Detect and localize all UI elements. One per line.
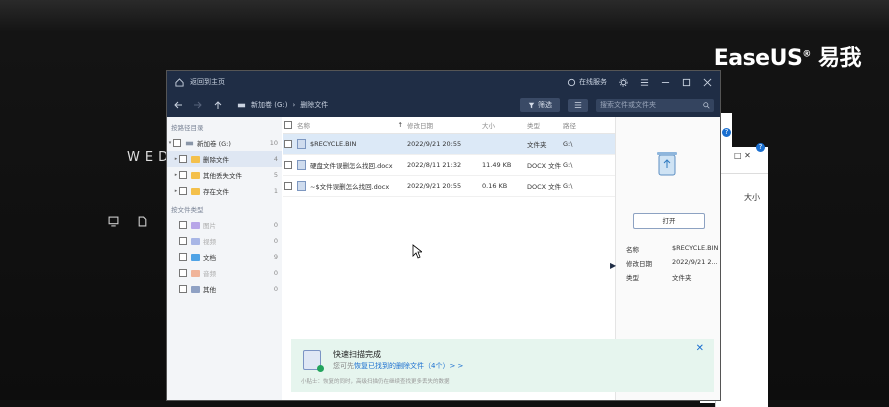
detail-row: 名称 $RECYCLE.BIN (626, 244, 719, 254)
banner-tip: 小贴士：恢复的同时，高级扫描仍在继续查找更多丢失的数据 (301, 379, 450, 385)
sidebar-item-deleted-files[interactable]: ▸ 删除文件 4 (167, 151, 282, 167)
checkbox[interactable] (179, 253, 187, 261)
sidebar-item-videos[interactable]: 视频 0 (167, 233, 282, 249)
table-row[interactable]: $RECYCLE.BIN 2022/9/21 20:55 文件夹 G:\ (283, 134, 615, 155)
column-type[interactable]: 类型 (527, 120, 563, 130)
detail-row: 类型 文件夹 (626, 274, 692, 282)
open-button[interactable]: 打开 (633, 213, 705, 229)
image-icon (191, 221, 200, 229)
docx-file-icon (297, 160, 306, 170)
online-service-button[interactable]: 在线服务 (567, 77, 607, 87)
brand-logo: EaseUS® 易我 (713, 46, 862, 71)
sidebar-item-documents[interactable]: 文档 9 (167, 249, 282, 265)
banner-title: 快速扫描完成 (333, 350, 381, 359)
sort-arrow-icon: ↑ (397, 121, 403, 129)
table-row[interactable]: 硬盘文件误删怎么找回.docx 2022/8/11 21:32 11.49 KB… (283, 155, 615, 176)
recycle-bin-icon (297, 139, 306, 149)
monitor-icon (108, 216, 119, 227)
size-column-label: 大小 (744, 193, 760, 202)
view-menu-button[interactable] (568, 98, 588, 112)
sidebar-item-existing-files[interactable]: ▸ 存在文件 1 (167, 183, 282, 199)
checkbox[interactable] (284, 182, 292, 190)
help-icon[interactable]: ? (722, 128, 731, 137)
document-icon (191, 253, 200, 261)
breadcrumb-folder[interactable]: 删除文件 (300, 100, 328, 110)
scan-complete-banner: 快速扫描完成 您可先恢复已找到的删除文件（4个）> > 小贴士：恢复的同时，高级… (291, 339, 714, 392)
drive-icon (185, 141, 194, 145)
column-name[interactable]: 名称 ↑ (297, 120, 407, 130)
search-input[interactable]: 搜索文件或文件夹 (596, 98, 714, 112)
recover-found-files-link[interactable]: 恢复已找到的删除文件（4个）> > (354, 362, 463, 370)
sidebar-item-other-lost-files[interactable]: ▸ 其他丢失文件 5 (167, 167, 282, 183)
collapse-panel-icon[interactable]: ▶ (610, 261, 616, 270)
background-icons (108, 216, 148, 227)
docx-file-icon (297, 181, 306, 191)
settings-icon[interactable] (619, 77, 628, 87)
forward-arrow-icon[interactable] (193, 100, 203, 110)
breadcrumb-drive[interactable]: 新加卷 (G:) (251, 100, 287, 110)
headset-icon (567, 78, 576, 86)
navigation-bar: 新加卷 (G:) › 删除文件 筛选 搜索文件或文件夹 (167, 93, 720, 117)
home-button[interactable]: 返回到主页 (175, 77, 225, 87)
recycle-bin-icon (657, 152, 677, 176)
select-all-checkbox[interactable] (284, 121, 292, 129)
column-size[interactable]: 大小 (482, 120, 527, 130)
checkbox[interactable] (179, 155, 187, 163)
document-icon (138, 216, 147, 227)
search-icon[interactable] (703, 101, 710, 109)
list-view-icon (574, 102, 582, 108)
mouse-cursor-icon (412, 244, 422, 259)
folder-icon (191, 187, 200, 195)
sidebar-item-images[interactable]: 图片 0 (167, 217, 282, 233)
close-icon[interactable] (703, 78, 712, 87)
type-section-header: 按文件类型 (171, 206, 204, 214)
folder-icon (191, 171, 200, 179)
path-section-header: 按路径目录 (171, 124, 204, 132)
column-path[interactable]: 路径 (563, 120, 603, 130)
sidebar-item-audio[interactable]: 音频 0 (167, 265, 282, 281)
help-icon[interactable]: ? (756, 143, 765, 152)
sidebar: 按路径目录 ▾ 新加卷 (G:) 10 ▸ 删除文件 4 ▸ 其他丢失文件 5 … (167, 117, 282, 400)
sidebar-item-other[interactable]: 其他 0 (167, 281, 282, 297)
checkbox[interactable] (284, 140, 292, 148)
breadcrumb-separator: › (292, 101, 296, 109)
breadcrumb: 新加卷 (G:) › 删除文件 (237, 100, 328, 110)
checkbox[interactable] (284, 161, 292, 169)
window-controls: □ ✕ (734, 151, 751, 160)
recovery-window: 返回到主页 在线服务 新加卷 (G:) › 删除文件 筛选 搜索文件或文件夹 按… (167, 71, 720, 400)
checkbox[interactable] (179, 171, 187, 179)
title-bar: 返回到主页 在线服务 (167, 71, 720, 93)
background-window-2: □ ✕ 大小 ? (715, 143, 768, 407)
home-icon (175, 77, 184, 87)
list-header: 名称 ↑ 修改日期 大小 类型 路径 (283, 117, 615, 134)
filter-button[interactable]: 筛选 (520, 98, 560, 112)
detail-row: 修改日期 2022/9/21 2... (626, 258, 718, 268)
checkbox[interactable] (179, 187, 187, 195)
filter-icon (528, 102, 535, 108)
banner-close-icon[interactable]: ✕ (696, 343, 704, 354)
scan-complete-icon (303, 350, 324, 372)
back-arrow-icon[interactable] (173, 100, 183, 110)
checkbox[interactable] (179, 237, 187, 245)
minimize-icon[interactable] (661, 78, 670, 87)
checkbox[interactable] (179, 269, 187, 277)
checkbox[interactable] (173, 139, 181, 147)
video-icon (191, 237, 200, 245)
home-label: 返回到主页 (190, 78, 225, 86)
drive-icon (237, 103, 246, 107)
up-arrow-icon[interactable] (213, 100, 223, 110)
checkbox[interactable] (179, 221, 187, 229)
menu-icon[interactable] (640, 78, 649, 87)
other-file-icon (191, 285, 200, 293)
maximize-icon[interactable] (682, 78, 691, 87)
sidebar-item-drive[interactable]: ▾ 新加卷 (G:) 10 (167, 135, 282, 151)
table-row[interactable]: ~$文件误删怎么找回.docx 2022/9/21 20:55 0.16 KB … (283, 176, 615, 197)
column-date[interactable]: 修改日期 (407, 120, 482, 130)
banner-message: 您可先恢复已找到的删除文件（4个）> > (333, 362, 464, 370)
checkbox[interactable] (179, 285, 187, 293)
folder-icon (191, 155, 200, 163)
audio-icon (191, 269, 200, 277)
